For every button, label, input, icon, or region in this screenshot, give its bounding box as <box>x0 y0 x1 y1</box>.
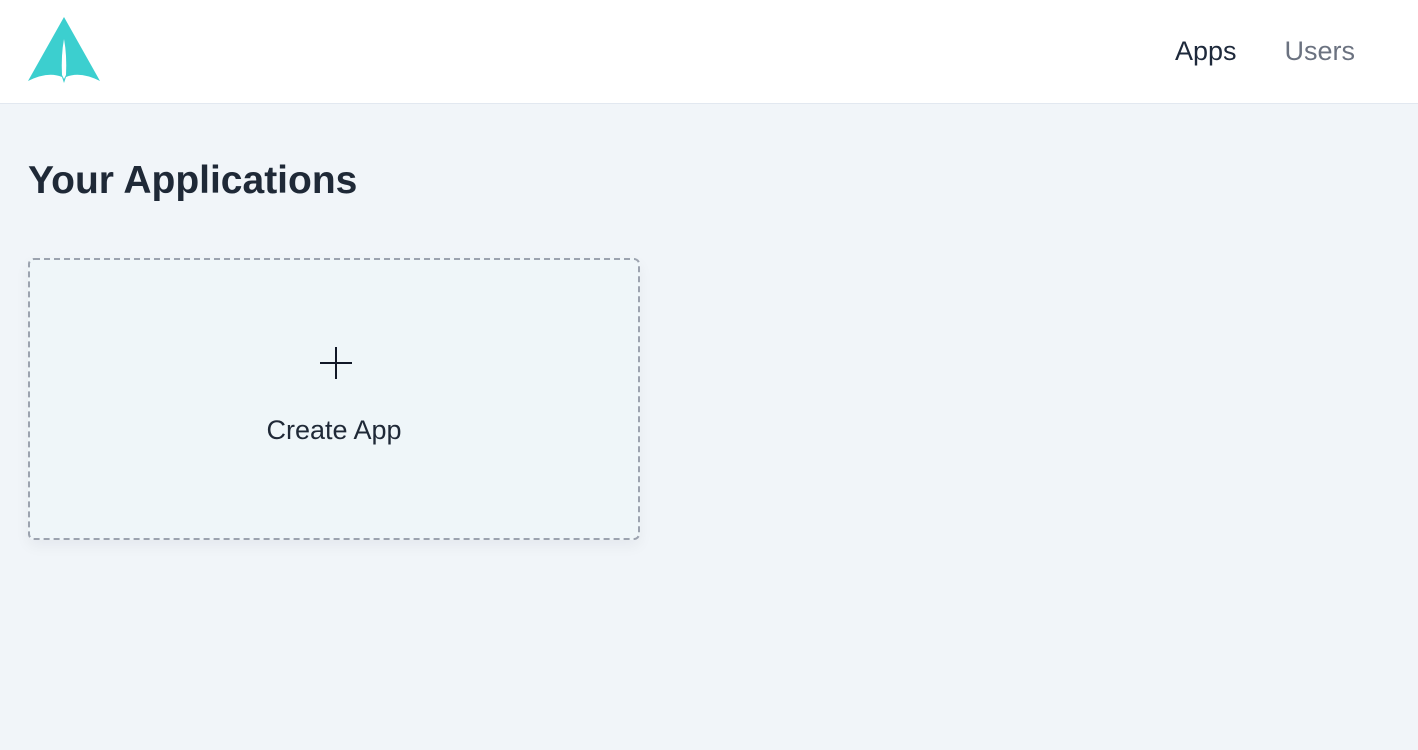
nav-link-users[interactable]: Users <box>1284 38 1355 65</box>
app-header: Apps Users <box>0 0 1418 104</box>
main-nav: Apps Users <box>1175 0 1355 103</box>
create-app-card[interactable]: Create App <box>28 258 640 540</box>
create-app-label: Create App <box>266 415 402 445</box>
rocket-logo-icon[interactable] <box>28 17 100 83</box>
nav-link-apps[interactable]: Apps <box>1175 38 1237 65</box>
page-title: Your Applications <box>28 159 358 202</box>
plus-icon <box>320 347 352 379</box>
